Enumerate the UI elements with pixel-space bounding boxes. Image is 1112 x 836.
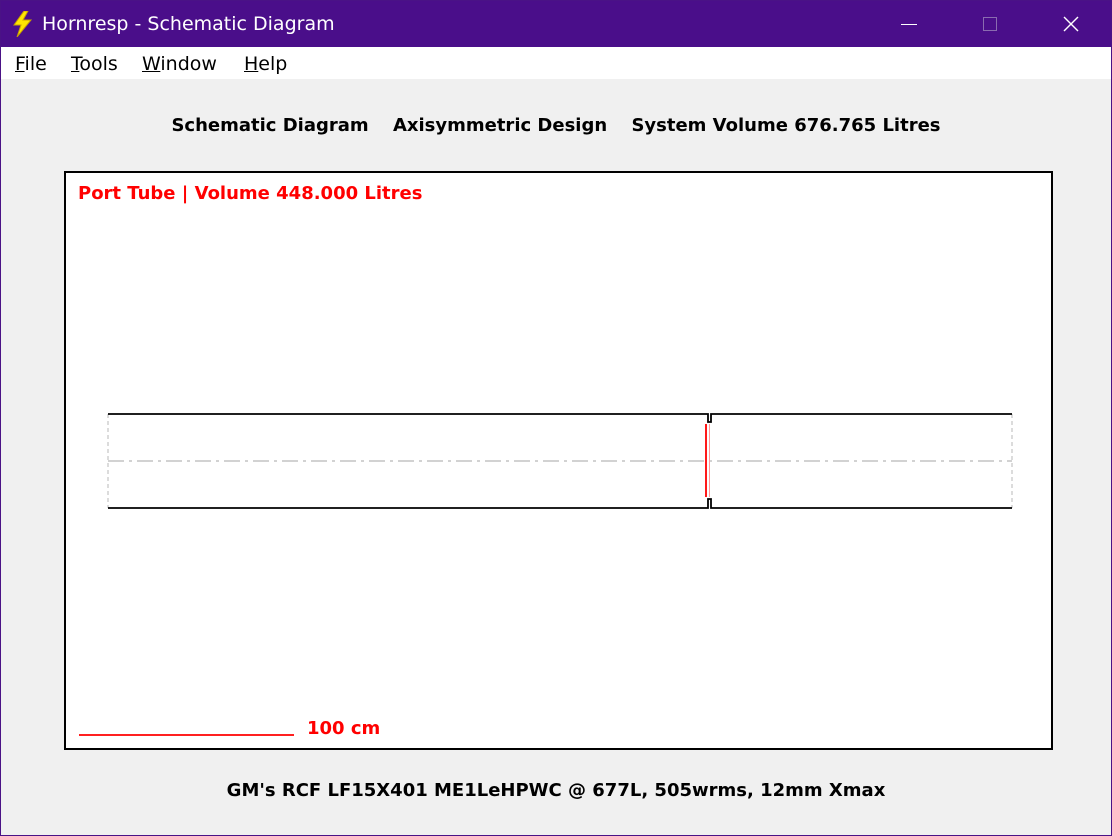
maximize-icon [983,17,997,31]
title-bar[interactable]: Hornresp - Schematic Diagram [1,1,1111,47]
menu-help-rest: elp [258,53,288,75]
close-icon [1063,16,1079,32]
menu-file[interactable]: File [15,53,47,75]
design-type: Axisymmetric Design [392,115,608,136]
minimize-button[interactable] [879,1,939,47]
system-volume: System Volume 676.765 Litres [631,115,941,136]
menu-tools-rest: ools [79,53,118,75]
diagram-type: Schematic Diagram [171,115,369,136]
menu-window-rest: indow [160,53,217,75]
scale-label: 100 cm [307,718,381,739]
diagram-header: Schematic Diagram Axisymmetric Design Sy… [1,115,1111,136]
window-title: Hornresp - Schematic Diagram [42,13,335,35]
menu-window[interactable]: Window [142,53,217,75]
menu-window-mnemonic: W [142,53,161,75]
maximize-button[interactable] [959,1,1019,47]
close-button[interactable] [1041,1,1101,47]
menu-file-rest: ile [24,53,47,75]
schematic-drawing [79,413,1013,736]
app-window: Hornresp - Schematic Diagram File Tools … [0,0,1112,836]
menu-help-mnemonic: H [244,53,259,75]
design-description: GM's RCF LF15X401 ME1LeHPWC @ 677L, 505w… [226,780,886,801]
menu-help[interactable]: Help [244,53,287,75]
schematic-canvas: Port Tube | Volume 448.000 Litres 100 cm [64,171,1053,750]
menu-file-mnemonic: F [15,53,25,75]
menu-tools[interactable]: Tools [71,53,118,75]
lightning-bolt-icon [11,10,33,38]
minimize-icon [901,24,917,25]
tube-bottom-wall [108,498,1012,509]
menu-bar: File Tools Window Help [1,47,1111,79]
tube-top-wall [108,413,1012,423]
